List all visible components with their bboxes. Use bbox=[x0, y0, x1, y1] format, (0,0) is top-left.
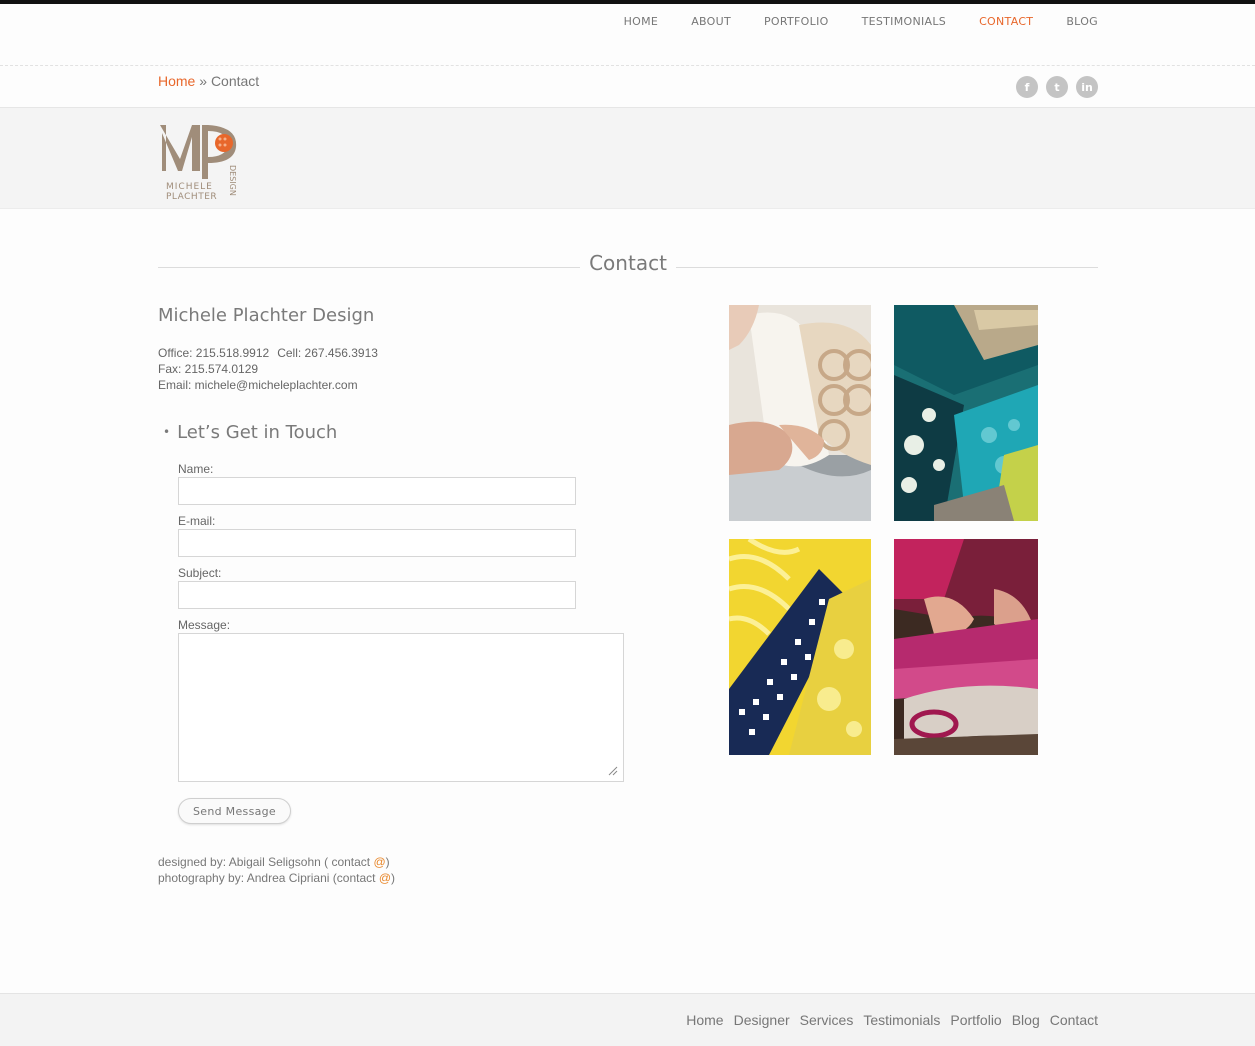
email-label: E-mail: bbox=[178, 514, 216, 528]
breadcrumb-home-link[interactable]: Home bbox=[158, 73, 195, 89]
form-heading-text: Let’s Get in Touch bbox=[177, 422, 338, 443]
nav-testimonials[interactable]: TESTIMONIALS bbox=[862, 15, 946, 29]
title-rule-left bbox=[158, 267, 580, 268]
designer-credit-close: ) bbox=[385, 855, 390, 869]
nav-contact[interactable]: CONTACT bbox=[979, 15, 1033, 29]
footer-link-blog[interactable]: Blog bbox=[1012, 1012, 1040, 1028]
credits: designed by: Abigail Seligsohn ( contact… bbox=[158, 854, 395, 886]
email-address[interactable]: Email: michele@micheleplachter.com bbox=[158, 377, 378, 393]
logo-name-line1: MICHELE bbox=[166, 182, 213, 192]
nav-portfolio[interactable]: PORTFOLIO bbox=[764, 15, 829, 29]
logo-band: MICHELE PLACHTER DESIGN bbox=[0, 107, 1255, 209]
photographer-contact-link[interactable]: @ bbox=[379, 871, 391, 885]
site-logo[interactable]: MICHELE PLACHTER DESIGN bbox=[158, 123, 242, 202]
photo-sheer-fabric bbox=[729, 305, 871, 521]
social-links: f t in bbox=[1016, 76, 1098, 98]
footer-link-contact[interactable]: Contact bbox=[1050, 1012, 1098, 1028]
footer-link-home[interactable]: Home bbox=[686, 1012, 723, 1028]
office-phone: Office: 215.518.9912 bbox=[158, 346, 270, 360]
nav-blog[interactable]: BLOG bbox=[1066, 15, 1098, 29]
name-label: Name: bbox=[178, 462, 214, 476]
twitter-icon[interactable]: t bbox=[1046, 76, 1068, 98]
name-field[interactable] bbox=[178, 477, 576, 505]
footer-link-designer[interactable]: Designer bbox=[734, 1012, 790, 1028]
nav-about[interactable]: ABOUT bbox=[691, 15, 731, 29]
bullet-icon: • bbox=[163, 425, 171, 439]
designer-credit: designed by: Abigail Seligsohn ( contact… bbox=[158, 854, 395, 870]
photo-pink-fabrics bbox=[894, 539, 1038, 755]
designer-contact-link[interactable]: @ bbox=[373, 855, 385, 869]
photo-teal-fabrics bbox=[894, 305, 1038, 521]
main-nav: HOME ABOUT PORTFOLIO TESTIMONIALS CONTAC… bbox=[591, 15, 1098, 29]
footer: Home Designer Services Testimonials Port… bbox=[0, 993, 1255, 1046]
logo-design-text: DESIGN bbox=[228, 165, 237, 196]
message-label: Message: bbox=[178, 618, 231, 632]
breadcrumb-separator: » bbox=[199, 73, 208, 89]
page-title: Contact bbox=[589, 251, 667, 275]
linkedin-icon[interactable]: in bbox=[1076, 76, 1098, 98]
resize-grip-icon[interactable] bbox=[607, 765, 618, 776]
photo-credit: photography by: Andrea Cipriani (contact… bbox=[158, 870, 395, 886]
footer-link-services[interactable]: Services bbox=[800, 1012, 854, 1028]
cell-phone: Cell: 267.456.3913 bbox=[277, 346, 378, 360]
title-rule-right bbox=[676, 267, 1098, 268]
contact-info: Office: 215.518.9912 Cell: 267.456.3913 F… bbox=[158, 345, 378, 393]
email-field[interactable] bbox=[178, 529, 576, 557]
subject-label: Subject: bbox=[178, 566, 222, 580]
message-textarea[interactable] bbox=[178, 633, 624, 782]
breadcrumb: Home » Contact bbox=[158, 73, 259, 89]
breadcrumb-current: Contact bbox=[210, 73, 260, 89]
nav-home[interactable]: HOME bbox=[624, 15, 659, 29]
company-name: Michele Plachter Design bbox=[158, 305, 375, 326]
photo-yellow-navy-fabrics bbox=[729, 539, 871, 755]
photo-credit-close: ) bbox=[391, 871, 395, 885]
fax-number: Fax: 215.574.0129 bbox=[158, 362, 259, 376]
form-heading: • Let’s Get in Touch bbox=[163, 422, 337, 443]
designer-credit-text: designed by: Abigail Seligsohn ( contact bbox=[158, 855, 374, 869]
send-message-button[interactable]: Send Message bbox=[178, 798, 291, 824]
photo-credit-text: photography by: Andrea Cipriani (contact bbox=[158, 871, 379, 885]
page-title-row: Contact bbox=[158, 248, 1098, 278]
footer-nav: Home Designer Services Testimonials Port… bbox=[676, 1012, 1098, 1028]
subject-field[interactable] bbox=[178, 581, 576, 609]
header-divider bbox=[0, 65, 1255, 66]
logo-name-line2: PLACHTER bbox=[166, 192, 217, 201]
footer-link-portfolio[interactable]: Portfolio bbox=[950, 1012, 1001, 1028]
facebook-icon[interactable]: f bbox=[1016, 76, 1038, 98]
top-border bbox=[0, 0, 1255, 4]
footer-link-testimonials[interactable]: Testimonials bbox=[863, 1012, 940, 1028]
